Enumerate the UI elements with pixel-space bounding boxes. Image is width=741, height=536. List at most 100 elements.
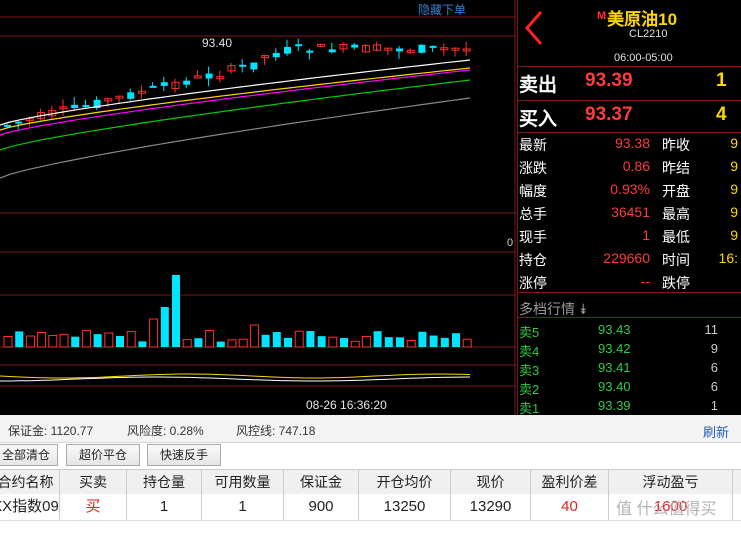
stat-label: 跌停 (662, 275, 690, 291)
table-cell: 买 (60, 494, 127, 520)
buy-label: 买入 (519, 109, 558, 130)
volume-bar (138, 341, 147, 347)
column-header[interactable]: 持仓量 (127, 470, 202, 494)
stat-label: 涨停 (519, 275, 547, 291)
volume-bar (194, 338, 203, 347)
column-header[interactable]: 浮动盈亏 (609, 470, 733, 494)
instrument-name-text: 美原油10 (607, 10, 678, 29)
double-chevron-down-icon: ⯯ (578, 301, 588, 317)
refresh-button[interactable]: 刷新 (703, 422, 729, 441)
candle-body (250, 62, 258, 70)
stat-value: 36451 (611, 204, 650, 220)
depth-price[interactable]: 93.40 (598, 379, 631, 394)
account-bar: 保证金: 1120.77 风险度: 0.28% 风控线: 747.18 刷新 (0, 415, 741, 443)
column-header[interactable]: 保证金 (284, 470, 359, 494)
column-header[interactable]: 买卖 (60, 470, 127, 494)
candle-body (429, 45, 437, 48)
stat-value: 229660 (603, 250, 650, 266)
ma-line (0, 79, 471, 151)
volume-bar (384, 337, 393, 347)
volume-bar (104, 332, 114, 348)
stat-label: 最新 (519, 137, 547, 153)
stat-value: 9 (730, 135, 738, 151)
depth-label: 卖4 (519, 344, 540, 359)
volume-bar (340, 338, 348, 347)
volume-bar (294, 330, 304, 348)
positions-table-header: 合约名称 买卖 持仓量 可用数量 保证金 开仓均价 现价 盈利价差 浮动盈亏 (0, 469, 741, 495)
depth-price[interactable]: 93.39 (598, 398, 631, 413)
candle-body (284, 46, 291, 54)
kline-chart[interactable] (0, 0, 516, 415)
market-close-button[interactable]: 超价平仓 (66, 444, 140, 466)
sell-volume: 1 (716, 70, 727, 91)
instrument-name: M美原油10 (597, 5, 677, 30)
column-header[interactable]: 可用数量 (202, 470, 284, 494)
kline-chart-area[interactable]: 隐藏下单 93.40 0 08-26 16:36:20 (0, 0, 516, 415)
volume-bar (306, 331, 315, 347)
table-cell: 1 (202, 494, 284, 520)
candle-body (15, 121, 23, 124)
candle-body (149, 85, 157, 88)
volume-bar (462, 338, 472, 348)
volume-bar (396, 337, 404, 347)
stat-label: 幅度 (519, 183, 547, 199)
volume-bar (406, 339, 416, 348)
candle-body (160, 82, 168, 86)
close-all-button[interactable]: 全部清仓 (0, 444, 58, 466)
column-header[interactable]: 盈利价差 (531, 470, 609, 494)
quick-reverse-button[interactable]: 快速反手 (147, 444, 221, 466)
candle-body (239, 64, 247, 67)
depth-price[interactable]: 93.42 (598, 341, 631, 356)
candle-body (205, 73, 213, 79)
indicator-line (0, 373, 471, 379)
candle-body (272, 53, 280, 58)
candle-body (25, 118, 34, 122)
table-cell: XX指数09 (0, 494, 60, 520)
candle-body (328, 49, 336, 53)
candle-body (418, 44, 426, 53)
volume-bar (429, 335, 438, 347)
risk-text: 风险度: 0.28% (127, 424, 204, 438)
column-header[interactable]: 开仓均价 (359, 470, 451, 494)
candle-body (71, 104, 79, 109)
instrument-code: CL2210 (629, 28, 668, 40)
depth-volume: 11 (704, 322, 719, 337)
table-cell: 40 (531, 494, 609, 520)
volume-bar (15, 331, 24, 347)
table-cell: 13250 (359, 494, 451, 520)
buy-price[interactable]: 93.37 (585, 104, 633, 126)
stat-label: 涨跌 (519, 160, 547, 176)
buy-volume: 4 (716, 104, 727, 125)
buy-row[interactable]: 买入 93.37 4 (517, 104, 741, 134)
back-arrow-icon[interactable] (521, 6, 549, 50)
depth-price[interactable]: 93.41 (598, 360, 631, 375)
hide-order-book-link[interactable]: 隐藏下单 (418, 1, 466, 18)
depth-title[interactable]: 多档行情 ⯯ (519, 299, 587, 319)
stat-value: 16: (718, 250, 738, 266)
peak-price-label: 93.40 (202, 36, 233, 50)
volume-bar (249, 324, 259, 348)
stat-value: 0.93% (610, 181, 650, 197)
volume-bar (59, 333, 69, 348)
stat-value: -- (640, 273, 650, 289)
candle-body (351, 44, 359, 48)
volume-bar (328, 336, 338, 348)
column-header[interactable]: 合约名称 (0, 470, 60, 494)
volume-bar (261, 334, 270, 347)
ma-line (0, 69, 471, 136)
watermark: 值 什么值得买 (616, 501, 717, 518)
sell-row[interactable]: 卖出 93.39 1 (517, 70, 741, 100)
sell-price[interactable]: 93.39 (585, 70, 633, 92)
depth-price[interactable]: 93.43 (598, 322, 631, 337)
risk-line-text: 风控线: 747.18 (236, 424, 316, 438)
candle-body (396, 48, 403, 52)
trading-session: 06:00-05:00 (614, 52, 673, 64)
volume-bar (37, 332, 47, 348)
volume-bar (116, 335, 124, 347)
depth-label: 卖3 (519, 363, 540, 378)
column-header[interactable]: 现价 (451, 470, 531, 494)
volume-bar (272, 332, 281, 347)
volume-bar (227, 339, 237, 348)
volume-bar (126, 330, 136, 348)
table-cell: 1 (127, 494, 202, 520)
